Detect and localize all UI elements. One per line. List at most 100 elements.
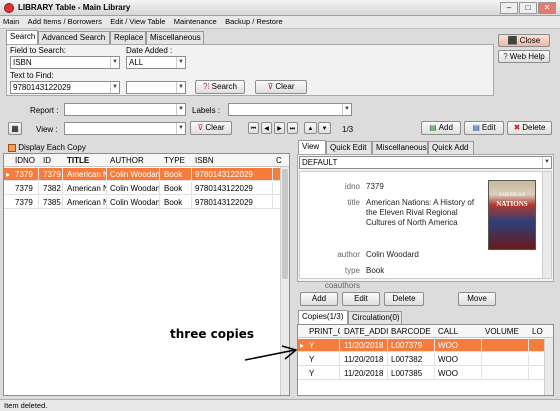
display-each-copy[interactable]: Display Each Copy xyxy=(8,143,86,152)
clear-search-button[interactable]: ⊽ Clear xyxy=(255,80,307,94)
record-value-type: Book xyxy=(366,266,385,275)
window-title: LIBRARY Table - Main Library xyxy=(18,3,131,12)
chevron-down-icon: ▼ xyxy=(176,104,185,115)
grid-view-button[interactable]: ▦ xyxy=(8,122,22,135)
col-author[interactable]: AUTHOR xyxy=(108,154,160,167)
copy-row[interactable]: ▸ Y 11/20/2018 L007379 WOO xyxy=(298,339,553,352)
move-up-button[interactable]: ▲ xyxy=(304,122,317,134)
record-scrollbar[interactable] xyxy=(542,172,551,278)
move-down-button[interactable]: ▼ xyxy=(318,122,331,134)
report-select[interactable]: ▼ xyxy=(64,103,186,116)
record-detail: idno 7379 title American Nations: A Hist… xyxy=(299,171,552,290)
col-volume[interactable]: VOLUME xyxy=(483,325,529,338)
record-key-idno: idno xyxy=(344,182,360,191)
date-added-select[interactable]: ALL ▼ xyxy=(126,56,186,69)
annotation-text: three copies xyxy=(170,327,254,341)
title-bar: LIBRARY Table - Main Library – □ ✕ xyxy=(0,0,560,16)
checkbox-checked-icon[interactable] xyxy=(8,143,16,152)
col-title[interactable]: TITLE xyxy=(65,154,107,167)
table-row[interactable]: 7379 7382 American N Colin Woodan Book 9… xyxy=(4,182,289,195)
maximize-button[interactable]: □ xyxy=(519,2,537,14)
copy-row[interactable]: Y 11/20/2018 L007382 WOO xyxy=(298,353,553,366)
menu-maintenance[interactable]: Maintenance xyxy=(171,16,220,27)
tab-advanced-search[interactable]: Advanced Search xyxy=(38,31,110,44)
scrollbar-thumb[interactable] xyxy=(282,169,288,279)
chevron-down-icon: ▼ xyxy=(110,57,119,68)
record-key-coauthors: coauthors xyxy=(324,281,360,290)
field-to-search-label: Field to Search: xyxy=(10,46,67,55)
field-to-search-select[interactable]: ISBN ▼ xyxy=(10,56,120,69)
col-call[interactable]: CALL xyxy=(436,325,482,338)
tab-replace[interactable]: Replace xyxy=(110,31,146,44)
delete-icon: ✖ xyxy=(513,123,521,132)
labels-label: Labels : xyxy=(192,106,221,115)
last-record-button[interactable]: ⏭ xyxy=(287,122,298,134)
help-icon: ? xyxy=(503,52,508,61)
menu-backup[interactable]: Backup / Restore xyxy=(222,16,286,27)
tab-view[interactable]: View xyxy=(298,140,326,154)
edit-button[interactable]: ▤ Edit xyxy=(464,121,504,135)
record-value-author: Colin Woodard xyxy=(366,250,419,259)
web-help-button[interactable]: ? Web Help xyxy=(498,50,550,63)
menu-main[interactable]: Main xyxy=(0,16,22,27)
chevron-down-icon: ▼ xyxy=(542,157,551,168)
record-value-title: American Nations: A History of the Eleve… xyxy=(366,198,475,227)
view-layout-select[interactable]: DEFAULT ▼ xyxy=(299,156,552,169)
search-panel: Field to Search: ISBN ▼ Date Added : ALL ▼… xyxy=(6,44,494,96)
table-row[interactable]: 7379 7385 American N Colin Woodan Book 9… xyxy=(4,196,289,209)
tab-search[interactable]: Search xyxy=(6,30,38,44)
col-idno[interactable]: IDNO xyxy=(13,154,39,167)
tab-quick-edit[interactable]: Quick Edit xyxy=(326,141,372,154)
first-record-button[interactable]: ⏮ xyxy=(248,122,259,134)
col-barcode[interactable]: BARCODE xyxy=(389,325,435,338)
col-date-added[interactable]: DATE_ADDI xyxy=(342,325,388,338)
tab-miscellaneous[interactable]: Miscellaneous xyxy=(146,31,204,44)
status-bar: Item deleted. xyxy=(0,399,560,411)
date-added-label: Date Added : xyxy=(126,46,173,55)
add-icon: ▤ xyxy=(429,123,437,132)
tab-circulation[interactable]: Circulation(0) xyxy=(348,311,402,324)
text-to-find-label: Text to Find: xyxy=(10,71,54,80)
col-print-c[interactable]: PRINT_C xyxy=(307,325,340,338)
view-select[interactable]: ▼ xyxy=(64,122,186,135)
record-key-type: type xyxy=(344,266,360,275)
labels-select[interactable]: ▼ xyxy=(228,103,352,116)
secondary-search-select[interactable]: ▼ xyxy=(126,81,186,94)
table-row[interactable]: ▸ 7379 7379 American N Colin Woodan Book… xyxy=(4,168,289,181)
tab-quick-add[interactable]: Quick Add xyxy=(428,141,474,154)
text-to-find-input[interactable]: 9780143122029 ▼ xyxy=(10,81,120,94)
col-id[interactable]: ID xyxy=(41,154,63,167)
delete-button[interactable]: ✖ Delete xyxy=(507,121,552,135)
menu-add-items[interactable]: Add Items / Borrowers xyxy=(25,16,105,27)
copy-edit-button[interactable]: Edit xyxy=(342,292,380,306)
clear-filter-icon: ⊽ xyxy=(267,82,274,91)
close-icon: ⬛ xyxy=(507,36,518,45)
copy-delete-button[interactable]: Delete xyxy=(384,292,424,306)
app-icon xyxy=(4,3,14,13)
search-button[interactable]: ?⁞ Search xyxy=(195,80,245,94)
prev-record-button[interactable]: ◀ xyxy=(261,122,272,134)
menu-bar: Main Add Items / Borrowers Edit / View T… xyxy=(0,16,560,29)
close-button[interactable]: ⬛ Close xyxy=(498,34,550,47)
tab-view-miscellaneous[interactable]: Miscellaneous xyxy=(372,141,428,154)
col-type[interactable]: TYPE xyxy=(162,154,192,167)
next-record-button[interactable]: ▶ xyxy=(274,122,285,134)
chevron-down-icon: ▼ xyxy=(176,123,185,134)
col-location[interactable]: LO xyxy=(530,325,544,338)
chevron-down-icon: ▼ xyxy=(110,82,119,93)
copy-move-button[interactable]: Move xyxy=(458,292,496,306)
clear-view-button[interactable]: ⊽ Clear xyxy=(190,121,232,135)
col-isbn[interactable]: ISBN xyxy=(193,154,273,167)
chevron-down-icon: ▼ xyxy=(176,57,185,68)
book-cover-image: AMERICAN NATIONS xyxy=(488,180,536,250)
copy-add-button[interactable]: Add xyxy=(300,292,338,306)
add-button[interactable]: ▤ Add xyxy=(421,121,461,135)
copy-row[interactable]: Y 11/20/2018 L007385 WOO xyxy=(298,367,553,380)
minimize-button[interactable]: – xyxy=(500,2,518,14)
window-close-button[interactable]: ✕ xyxy=(538,2,556,14)
tab-copies[interactable]: Copies(1/3) xyxy=(298,310,348,324)
menu-edit-view[interactable]: Edit / View Table xyxy=(107,16,168,27)
copies-scrollbar[interactable] xyxy=(544,338,553,395)
col-c[interactable]: C xyxy=(274,154,282,167)
record-key-title: title xyxy=(347,198,360,207)
